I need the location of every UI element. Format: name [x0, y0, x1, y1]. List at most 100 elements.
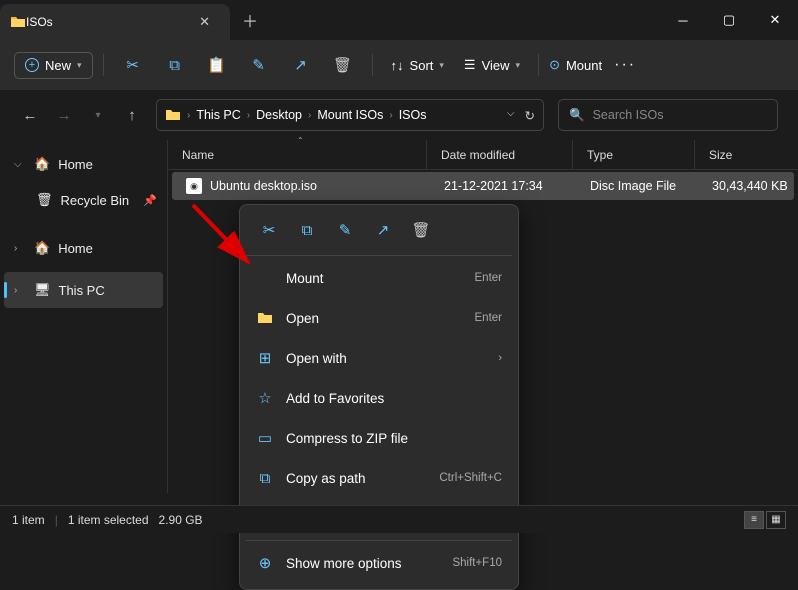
- folder-open-icon: [256, 309, 274, 327]
- paste-icon[interactable]: 📋: [198, 48, 236, 82]
- shortcut: Ctrl+Shift+C: [439, 472, 502, 484]
- ctx-mount[interactable]: Mount Enter: [246, 258, 512, 298]
- view-button[interactable]: ☰ View ▾: [456, 52, 528, 78]
- status-size: 2.90 GB: [159, 513, 203, 527]
- mount-button[interactable]: ⊙ Mount: [549, 57, 602, 73]
- ctx-label: Show more options: [286, 556, 402, 571]
- ctx-label: Mount: [286, 271, 324, 286]
- col-size[interactable]: Size: [694, 140, 784, 169]
- ctx-favorites[interactable]: ☆ Add to Favorites: [246, 378, 512, 418]
- column-headers: ⌃Name Date modified Type Size: [168, 140, 798, 170]
- new-label: New: [45, 58, 71, 73]
- nav-label: Home: [58, 157, 93, 172]
- iso-file-icon: ◉: [186, 178, 202, 194]
- forward-button[interactable]: →: [54, 107, 74, 124]
- sort-label: Sort: [410, 58, 434, 73]
- nav-row: ← → ▾ ↑ › This PC › Desktop › Mount ISOs…: [0, 90, 798, 140]
- shortcut: Enter: [475, 272, 503, 284]
- chevron-down-icon: ▾: [439, 60, 444, 71]
- up-button[interactable]: ↑: [122, 107, 142, 124]
- pin-icon[interactable]: 📌: [143, 194, 157, 207]
- copy-path-icon: ⧉: [256, 469, 274, 487]
- ctx-openwith[interactable]: ⊞ Open with ›: [246, 338, 512, 378]
- new-tab-button[interactable]: ＋: [230, 8, 270, 32]
- breadcrumb[interactable]: › This PC › Desktop › Mount ISOs › ISOs …: [156, 99, 544, 131]
- refresh-icon[interactable]: ↻: [525, 108, 535, 123]
- file-type: Disc Image File: [576, 179, 698, 193]
- nav-item-recycle[interactable]: 🗑 Recycle Bin 📌: [0, 182, 167, 218]
- separator: [246, 255, 512, 256]
- sort-icon: ↑↓: [391, 58, 404, 73]
- file-row[interactable]: ◉ Ubuntu desktop.iso 21-12-2021 17:34 Di…: [172, 172, 794, 200]
- status-count: 1 item: [12, 513, 45, 527]
- copy-icon[interactable]: ⧉: [290, 215, 324, 245]
- pc-icon: 🖥: [34, 282, 51, 298]
- col-name[interactable]: ⌃Name: [168, 140, 426, 169]
- ctx-label: Compress to ZIP file: [286, 431, 408, 446]
- tab-active[interactable]: ISOs ✕: [0, 4, 230, 40]
- open-with-icon: ⊞: [256, 349, 274, 367]
- tab-title: ISOs: [26, 15, 193, 29]
- plus-icon: +: [25, 58, 39, 72]
- rename-icon[interactable]: ✎: [328, 215, 362, 245]
- view-label: View: [482, 58, 510, 73]
- ctx-copypath[interactable]: ⧉ Copy as path Ctrl+Shift+C: [246, 458, 512, 498]
- separator: [538, 54, 539, 76]
- mount-label: Mount: [566, 58, 602, 73]
- home-icon: 🏠: [34, 240, 50, 256]
- cut-icon[interactable]: ✂: [114, 48, 152, 82]
- home-icon: 🏠: [34, 156, 50, 172]
- breadcrumb-dropdown-icon[interactable]: ⌵: [507, 108, 515, 123]
- close-button[interactable]: ✕: [752, 0, 798, 40]
- mount-icon: ⊙: [549, 57, 560, 73]
- chevron-down-icon: ⌵: [14, 159, 26, 170]
- delete-icon[interactable]: 🗑: [324, 48, 362, 82]
- title-bar: ISOs ✕ ＋ ─ ▢ ✕: [0, 0, 798, 40]
- nav-item-home[interactable]: ⌵ 🏠 Home: [0, 146, 167, 182]
- nav-item-home2[interactable]: › 🏠 Home: [0, 230, 167, 266]
- maximize-button[interactable]: ▢: [706, 0, 752, 40]
- rename-icon[interactable]: ✎: [240, 48, 278, 82]
- sort-button[interactable]: ↑↓ Sort ▾: [383, 53, 452, 78]
- col-type-label: Type: [587, 148, 613, 162]
- breadcrumb-item[interactable]: ISOs: [399, 108, 427, 122]
- minimize-button[interactable]: ─: [660, 0, 706, 40]
- window-controls: ─ ▢ ✕: [660, 0, 798, 40]
- new-button[interactable]: + New ▾: [14, 52, 93, 79]
- nav-item-thispc[interactable]: › 🖥 This PC: [4, 272, 163, 308]
- ctx-more[interactable]: ⊕ Show more options Shift+F10: [246, 543, 512, 583]
- chevron-down-icon: ▾: [516, 60, 521, 71]
- ctx-open[interactable]: Open Enter: [246, 298, 512, 338]
- shortcut: Enter: [475, 312, 503, 324]
- close-tab-icon[interactable]: ✕: [193, 12, 216, 32]
- thumbnails-view-icon[interactable]: ▦: [766, 511, 786, 529]
- sort-asc-icon: ⌃: [297, 136, 304, 145]
- nav-label: Home: [58, 241, 93, 256]
- folder-icon: [10, 14, 26, 30]
- chevron-right-icon: ›: [14, 285, 26, 296]
- copy-icon[interactable]: ⧉: [156, 48, 194, 82]
- file-date: 21-12-2021 17:34: [430, 179, 576, 193]
- col-type[interactable]: Type: [572, 140, 694, 169]
- recent-dropdown[interactable]: ▾: [88, 110, 108, 121]
- chevron-right-icon: ›: [498, 352, 502, 364]
- breadcrumb-item[interactable]: This PC: [196, 108, 240, 122]
- col-name-label: Name: [182, 148, 214, 162]
- ctx-zip[interactable]: ▭ Compress to ZIP file: [246, 418, 512, 458]
- breadcrumb-item[interactable]: Desktop: [256, 108, 302, 122]
- search-box[interactable]: 🔍 Search ISOs: [558, 99, 778, 131]
- back-button[interactable]: ←: [20, 107, 40, 124]
- recycle-icon: 🗑: [36, 192, 53, 208]
- breadcrumb-item[interactable]: Mount ISOs: [317, 108, 383, 122]
- col-date[interactable]: Date modified: [426, 140, 572, 169]
- separator: |: [55, 513, 58, 527]
- cut-icon[interactable]: ✂: [252, 215, 286, 245]
- delete-icon[interactable]: 🗑: [404, 215, 438, 245]
- details-view-icon[interactable]: ≡: [744, 511, 764, 529]
- toolbar: + New ▾ ✂ ⧉ 📋 ✎ ↗ 🗑 ↑↓ Sort ▾ ☰ View ▾ ⊙…: [0, 40, 798, 90]
- folder-icon: [165, 107, 181, 123]
- search-icon: 🔍: [569, 108, 585, 123]
- more-button[interactable]: ···: [606, 51, 644, 79]
- share-icon[interactable]: ↗: [282, 48, 320, 82]
- share-icon[interactable]: ↗: [366, 215, 400, 245]
